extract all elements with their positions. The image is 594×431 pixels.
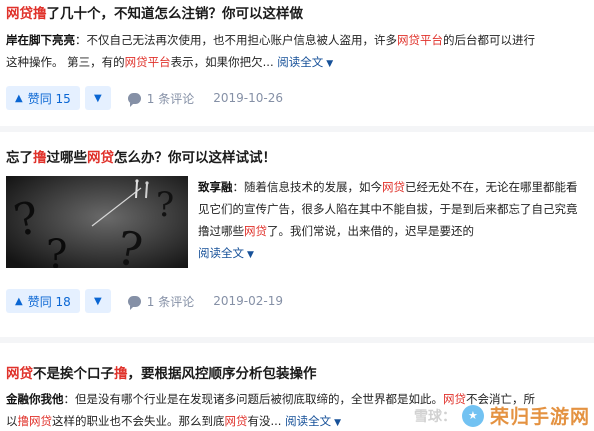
- comment-button[interactable]: 1 条评论: [127, 90, 194, 107]
- chevron-down-icon: ▼: [326, 58, 334, 69]
- article-thumbnail[interactable]: ? ? ? ?: [6, 176, 188, 268]
- read-more-link[interactable]: 阅读全文: [277, 55, 323, 69]
- vote-up-button[interactable]: ▲ 赞同 18: [6, 289, 80, 313]
- article-excerpt[interactable]: 岸在脚下亮亮：不仅自己无法再次使用，也不用担心账户信息被人盗用，许多网贷平台的后…: [6, 30, 588, 75]
- triangle-up-icon: ▲: [15, 92, 23, 104]
- card-divider: [0, 126, 594, 132]
- post-date: 2019-10-26: [213, 91, 283, 105]
- game-logo-icon: ★: [461, 404, 484, 427]
- post-date: 2019-02-19: [213, 294, 283, 308]
- vote-up-button[interactable]: ▲ 赞同 15: [6, 86, 80, 110]
- triangle-down-icon: ▼: [93, 295, 102, 307]
- comment-bubble-icon: [127, 92, 141, 107]
- svg-text:?: ?: [46, 232, 67, 268]
- comment-bubble-icon: [127, 295, 141, 310]
- author-name: 岸在脚下亮亮: [6, 33, 75, 47]
- read-more-link[interactable]: 阅读全文: [285, 414, 331, 428]
- read-more-link[interactable]: 阅读全文: [198, 246, 244, 260]
- chevron-down-icon: ▼: [247, 250, 254, 260]
- triangle-up-icon: ▲: [15, 295, 23, 307]
- article-title[interactable]: 忘了撸过哪些网贷怎么办？你可以这样试试！: [6, 148, 588, 168]
- triangle-down-icon: ▼: [93, 92, 102, 104]
- watermark: 雪球： ★ 荣归手游网: [414, 402, 590, 429]
- article-card-1: 网贷撸了几十个，不知道怎么注销？你可以这样做 岸在脚下亮亮：不仅自己无法再次使用…: [0, 0, 594, 120]
- svg-text:?: ?: [156, 185, 174, 225]
- article-card-2: 忘了撸过哪些网贷怎么办？你可以这样试试！ ? ? ? ? 致享融：随着信息技术的…: [0, 148, 594, 323]
- article-title[interactable]: 网贷撸了几十个，不知道怎么注销？你可以这样做: [6, 4, 588, 24]
- watermark-left-text: 雪球：: [413, 408, 456, 425]
- article-excerpt[interactable]: 致享融：随着信息技术的发展，如今网贷已经无处不在，无论在哪里都能看见它们的宣传广…: [198, 176, 588, 242]
- author-name: 致享融: [198, 180, 233, 194]
- card-divider: [0, 337, 594, 343]
- vote-down-button[interactable]: ▼: [84, 86, 111, 110]
- article-title[interactable]: 网贷不是挨个口子撸，要根据风控顺序分析包装操作: [6, 364, 588, 384]
- vote-down-button[interactable]: ▼: [84, 289, 111, 313]
- author-name: 金融你我他: [6, 392, 64, 406]
- comment-button[interactable]: 1 条评论: [127, 293, 194, 310]
- action-bar: ▲ 赞同 18 ▼ 1 条评论 2019-02-19: [6, 288, 588, 314]
- chevron-down-icon: ▼: [334, 417, 342, 428]
- watermark-right-text: 荣归手游网: [489, 406, 590, 428]
- action-bar: ▲ 赞同 15 ▼ 1 条评论 2019-10-26: [6, 85, 588, 111]
